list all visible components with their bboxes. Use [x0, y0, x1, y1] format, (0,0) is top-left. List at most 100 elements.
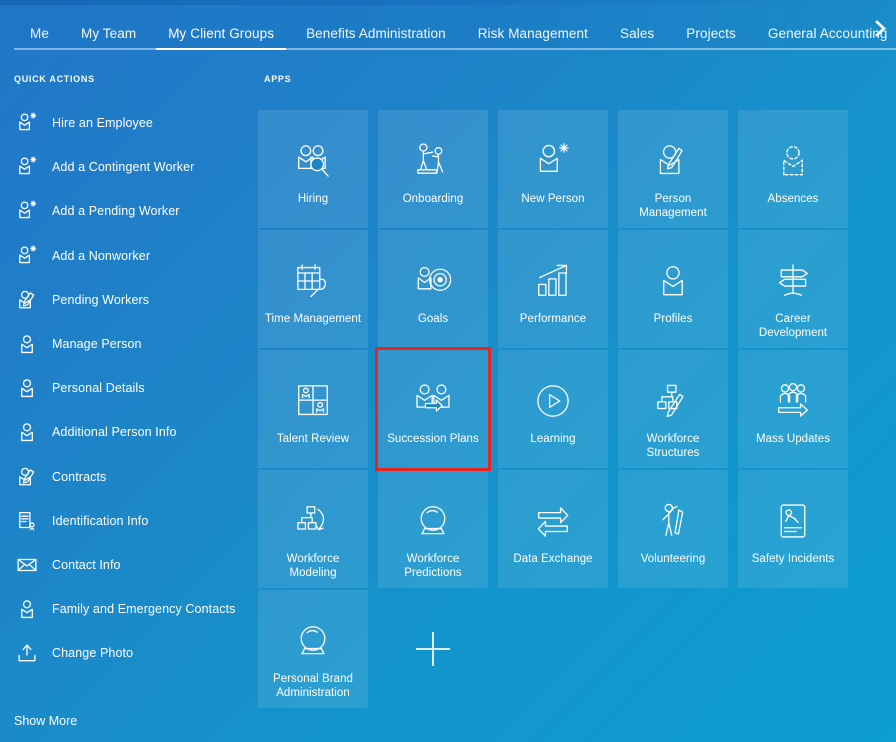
app-tile-data-exchange[interactable]: Data Exchange: [498, 470, 608, 588]
quick-action-add-a-contingent-worker[interactable]: Add a Contingent Worker: [14, 152, 250, 182]
crystal-ball-icon: [292, 612, 334, 670]
apps-heading: APPS: [250, 74, 896, 84]
apps-panel: APPS Hiring Onboarding New Person Person Ma…: [250, 74, 896, 742]
app-tile-performance[interactable]: Performance: [498, 230, 608, 348]
person-add-icon: [532, 132, 574, 190]
talent-grid-icon: [292, 372, 334, 430]
show-more-link[interactable]: Show More: [14, 714, 77, 728]
quick-action-label: Contracts: [52, 470, 106, 484]
person-add-icon: [14, 198, 40, 224]
app-tile-workforce-modeling[interactable]: Workforce Modeling: [258, 470, 368, 588]
org-arrow-icon: [292, 492, 334, 550]
global-navigation-bar: MeMy TeamMy Client GroupsBenefits Admini…: [0, 5, 896, 50]
person-pencil-icon: [652, 132, 694, 190]
nav-item-my-client-groups[interactable]: My Client Groups: [152, 27, 290, 51]
quick-action-label: Add a Nonworker: [52, 249, 150, 263]
app-tile-label: Workforce Predictions: [382, 552, 484, 580]
app-tile-workforce-predictions[interactable]: Workforce Predictions: [378, 470, 488, 588]
hiring-icon: [292, 132, 334, 190]
app-tile-label: Volunteering: [641, 552, 706, 566]
nav-underline: [14, 48, 896, 50]
app-tile-label: Time Management: [265, 312, 361, 326]
app-tile-hiring[interactable]: Hiring: [258, 110, 368, 228]
app-tile-succession-plans[interactable]: Succession Plans: [378, 350, 488, 468]
quick-action-hire-an-employee[interactable]: Hire an Employee: [14, 108, 250, 138]
safety-incident-icon: [772, 492, 814, 550]
app-tile-label: New Person: [521, 192, 584, 206]
quick-action-label: Hire an Employee: [52, 116, 153, 130]
onboarding-icon: [412, 132, 454, 190]
app-tile-workforce-structures[interactable]: Workforce Structures: [618, 350, 728, 468]
nav-item-me[interactable]: Me: [14, 27, 65, 51]
app-tile-new-person[interactable]: New Person: [498, 110, 608, 228]
calendar-wrench-icon: [292, 252, 334, 310]
app-tile-person-management[interactable]: Person Management: [618, 110, 728, 228]
quick-action-contracts[interactable]: Contracts: [14, 462, 250, 492]
quick-action-label: Contact Info: [52, 558, 121, 572]
envelope-icon: [14, 552, 40, 578]
play-circle-icon: [532, 372, 574, 430]
app-tile-label: Career Development: [742, 312, 844, 340]
nav-scroll-right-button[interactable]: [870, 17, 890, 39]
app-tile-goals[interactable]: Goals: [378, 230, 488, 348]
quick-action-additional-person-info[interactable]: Additional Person Info: [14, 417, 250, 447]
app-tile-talent-review[interactable]: Talent Review: [258, 350, 368, 468]
quick-action-family-and-emergency-contacts[interactable]: Family and Emergency Contacts: [14, 594, 250, 624]
app-tile-volunteering[interactable]: Volunteering: [618, 470, 728, 588]
group-arrow-icon: [772, 372, 814, 430]
apps-grid: Hiring Onboarding New Person Person Managem…: [258, 110, 858, 710]
org-pencil-icon: [652, 372, 694, 430]
nav-item-risk-management[interactable]: Risk Management: [462, 27, 604, 51]
app-tile-label: Workforce Modeling: [262, 552, 364, 580]
plus-icon: [416, 632, 450, 666]
app-tile-label: Hiring: [298, 192, 328, 206]
add-app-button[interactable]: [378, 590, 488, 708]
quick-action-pending-workers[interactable]: Pending Workers: [14, 285, 250, 315]
app-tile-career-development[interactable]: Career Development: [738, 230, 848, 348]
quick-action-label: Personal Details: [52, 381, 145, 395]
nav-item-my-team[interactable]: My Team: [65, 27, 152, 51]
quick-action-personal-details[interactable]: Personal Details: [14, 373, 250, 403]
app-row: Workforce Modeling Workforce Predictions D…: [258, 470, 858, 588]
app-tile-profiles[interactable]: Profiles: [618, 230, 728, 348]
app-row: Personal Brand Administration: [258, 590, 858, 708]
quick-action-add-a-pending-worker[interactable]: Add a Pending Worker: [14, 196, 250, 226]
person-add-icon: [14, 110, 40, 136]
quick-action-manage-person[interactable]: Manage Person: [14, 329, 250, 359]
person-pencil-icon: [14, 287, 40, 313]
nav-item-sales[interactable]: Sales: [604, 27, 670, 51]
quick-actions-panel: QUICK ACTIONS Hire an Employee Add a Cont…: [0, 74, 250, 742]
signpost-icon: [772, 252, 814, 310]
app-tile-time-management[interactable]: Time Management: [258, 230, 368, 348]
quick-actions-heading: QUICK ACTIONS: [0, 74, 250, 84]
person-add-icon: [14, 243, 40, 269]
app-tile-onboarding[interactable]: Onboarding: [378, 110, 488, 228]
quick-action-label: Family and Emergency Contacts: [52, 602, 236, 616]
nav-item-projects[interactable]: Projects: [670, 27, 752, 51]
app-tile-absences[interactable]: Absences: [738, 110, 848, 228]
app-tile-label: Absences: [768, 192, 819, 206]
person-add-icon: [14, 154, 40, 180]
app-tile-label: Performance: [520, 312, 586, 326]
app-tile-label: Person Management: [622, 192, 724, 220]
app-tile-label: Mass Updates: [756, 432, 830, 446]
person-icon: [14, 596, 40, 622]
app-tile-label: Learning: [530, 432, 575, 446]
app-tile-mass-updates[interactable]: Mass Updates: [738, 350, 848, 468]
app-row: Hiring Onboarding New Person Person Managem…: [258, 110, 858, 228]
bar-chart-arrow-icon: [532, 252, 574, 310]
quick-action-label: Change Photo: [52, 646, 133, 660]
crystal-ball-icon: [412, 492, 454, 550]
chevron-right-icon: [874, 20, 887, 37]
app-tile-safety-incidents[interactable]: Safety Incidents: [738, 470, 848, 588]
quick-actions-list: Hire an Employee Add a Contingent Worker A…: [0, 108, 250, 668]
quick-action-add-a-nonworker[interactable]: Add a Nonworker: [14, 241, 250, 271]
quick-action-identification-info[interactable]: Identification Info: [14, 506, 250, 536]
app-tile-personal-brand-administration[interactable]: Personal Brand Administration: [258, 590, 368, 708]
quick-action-change-photo[interactable]: Change Photo: [14, 638, 250, 668]
quick-action-contact-info[interactable]: Contact Info: [14, 550, 250, 580]
person-icon: [14, 375, 40, 401]
app-tile-learning[interactable]: Learning: [498, 350, 608, 468]
nav-item-benefits-administration[interactable]: Benefits Administration: [290, 27, 462, 51]
person-icon: [652, 252, 694, 310]
